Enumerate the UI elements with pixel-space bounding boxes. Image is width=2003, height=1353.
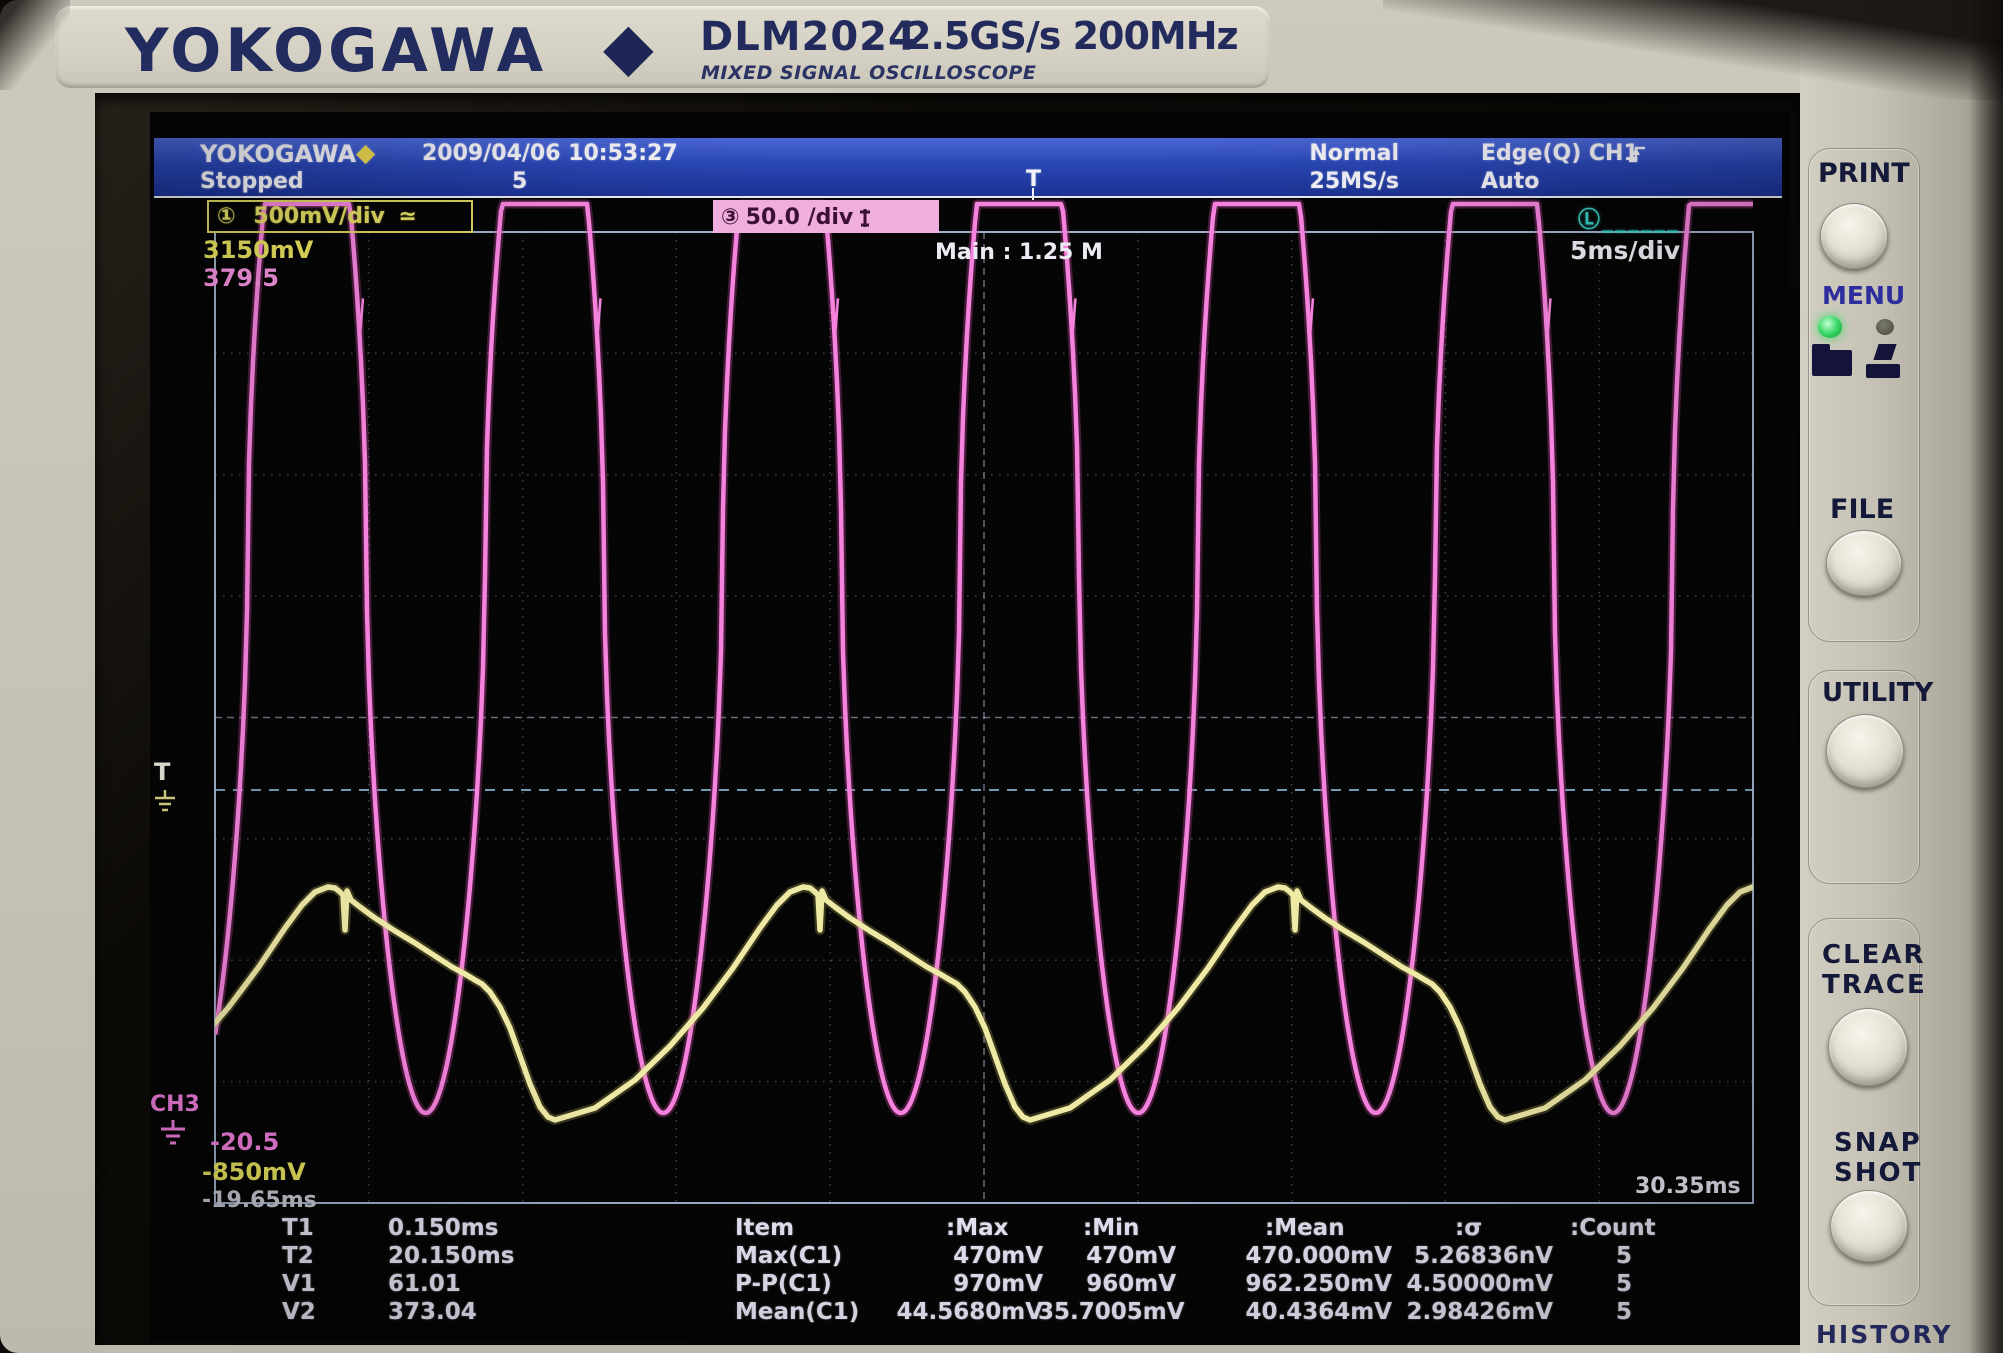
table-row-item: Max(C1) (735, 1243, 843, 1269)
trigger-type: Edge(Q) CH1 (1481, 141, 1639, 166)
table-header-sigma: :σ (1455, 1215, 1483, 1241)
acquisition-mode: Normal (1309, 141, 1399, 166)
trigger-position-tick (1032, 188, 1034, 200)
table-cell: 2.98426mV (1406, 1299, 1553, 1325)
ch3-scale: 50.0 /div (745, 205, 854, 230)
window-time: 30.35ms (1635, 1174, 1741, 1199)
rising-edge-icon (1629, 146, 1645, 163)
timebase: 5ms/div (1570, 236, 1681, 265)
model-specs: 2.5GS/s 200MHz (905, 14, 1239, 58)
table-cell: 35.7005mV (1038, 1299, 1185, 1325)
table-cell: 5.26836nV (1414, 1243, 1553, 1269)
table-cell: 962.250mV (1245, 1271, 1392, 1297)
header-diamond-icon: ◆ (356, 138, 376, 167)
table-cell: 5 (1615, 1271, 1632, 1297)
status-header: YOKOGAWA ◆ 2009/04/06 10:53:27 Normal Ed… (154, 138, 1782, 196)
table-cell: 970mV (953, 1271, 1043, 1297)
cursor-t1-value: 0.150ms (388, 1215, 499, 1241)
table-header-min: :Min (1083, 1215, 1140, 1241)
ch3-scale-box: ③ 50.0 /div (713, 200, 939, 233)
brand-logo-text: YOKOGAWA (125, 16, 548, 86)
utility-button[interactable] (1826, 714, 1904, 788)
table-header-count: :Count (1570, 1215, 1656, 1241)
record-length: Main : 1.25 M (935, 240, 1103, 265)
trigger-level-marker: T (154, 758, 171, 786)
sample-rate: 25MS/s (1309, 169, 1399, 194)
table-row-item: Mean(C1) (735, 1299, 860, 1325)
ch1-cursor-value: 3150mV (203, 236, 314, 264)
header-divider (154, 196, 1782, 198)
history-label: HISTORY (1816, 1320, 1953, 1349)
model-number: DLM2024 (700, 14, 917, 60)
cursor-v1-label: V1 (282, 1271, 316, 1297)
clear-trace-button[interactable] (1828, 1008, 1908, 1086)
cursor-v1-value: 61.01 (388, 1271, 461, 1297)
cursor-t1-label: T1 (282, 1215, 314, 1241)
file-label: FILE (1830, 494, 1895, 525)
header-datetime: 2009/04/06 10:53:27 (422, 141, 678, 166)
ch1-ground-icon (155, 790, 175, 812)
cursor-t2-value: 20.150ms (388, 1243, 515, 1269)
ch1-coupling-icon: ≃ (398, 204, 417, 229)
delay-value: -19.65ms (202, 1188, 317, 1213)
ch3-label: CH3 (150, 1092, 200, 1117)
logic-bullet-icon: Ⓛ (1578, 208, 1603, 233)
table-cell: 40.4364mV (1245, 1299, 1392, 1325)
photo-shadow-top-right (1383, 0, 2003, 100)
table-cell: 5 (1615, 1299, 1632, 1325)
photo-shadow-top-left (0, 0, 70, 90)
snapshot-label-line2: SHOT (1834, 1158, 1923, 1188)
header-brand: YOKOGAWA (200, 140, 357, 168)
run-status: Stopped (200, 169, 304, 194)
waveform-display (214, 199, 1754, 1204)
utility-label: UTILITY (1822, 678, 1934, 708)
brand-diamond-icon: ◆ (603, 8, 654, 85)
trigger-mode: Auto (1481, 169, 1540, 194)
acquisition-count: 5 (512, 169, 528, 194)
printer-icon (1864, 344, 1904, 378)
ch3-unit-icon (860, 208, 871, 227)
table-cell: 44.5680mV (896, 1299, 1043, 1325)
table-cell: 470mV (1086, 1243, 1176, 1269)
table-cell: 960mV (1086, 1271, 1176, 1297)
table-header-item: Item (735, 1215, 795, 1241)
cursor-t2-label: T2 (282, 1243, 314, 1269)
ch1-scale-box: ① 500mV/div ≃ (207, 200, 473, 233)
folder-icon (1812, 344, 1852, 376)
logic-indicator: Ⓛ______ (1578, 202, 1680, 234)
menu-led-off (1876, 319, 1894, 335)
clear-trace-label-line1: CLEAR (1822, 940, 1926, 970)
ch1-bullet: ① (217, 204, 236, 229)
ch3-offset-value: -850mV (202, 1158, 306, 1186)
snapshot-label-line1: SNAP (1834, 1128, 1922, 1158)
table-header-max: :Max (946, 1215, 1009, 1241)
ch3-bullet: ③ (721, 205, 740, 230)
snapshot-button[interactable] (1830, 1190, 1908, 1262)
lcd-screen: YOKOGAWA ◆ 2009/04/06 10:53:27 Normal Ed… (150, 112, 1790, 1342)
file-button[interactable] (1826, 530, 1902, 596)
ch1-scale: 500mV/div (253, 204, 385, 229)
table-header-mean: :Mean (1265, 1215, 1345, 1241)
top-bezel-plate: YOKOGAWA ◆ DLM2024 2.5GS/s 200MHz MIXED … (55, 6, 1270, 88)
logic-dashes: ______ (1602, 208, 1681, 233)
table-cell: 4.50000mV (1406, 1271, 1553, 1297)
table-cell: 470mV (953, 1243, 1043, 1269)
photo-shadow-right-edge (1969, 0, 2003, 1353)
table-cell: 5 (1615, 1243, 1632, 1269)
table-row-item: P-P(C1) (735, 1271, 832, 1297)
cursor-v2-value: 373.04 (388, 1299, 477, 1325)
menu-label: MENU (1822, 281, 1906, 310)
cursor-v2-label: V2 (282, 1299, 316, 1325)
ch3-cursor-value: 379.5 (203, 264, 279, 292)
model-subtitle: MIXED SIGNAL OSCILLOSCOPE (701, 62, 1037, 84)
oscilloscope: YOKOGAWA ◆ DLM2024 2.5GS/s 200MHz MIXED … (0, 0, 2003, 1353)
table-cell: 470.000mV (1245, 1243, 1392, 1269)
print-label: PRINT (1818, 158, 1910, 189)
ch3-ground-icon (161, 1120, 185, 1145)
clear-trace-label-line2: TRACE (1822, 970, 1927, 1000)
print-button[interactable] (1820, 203, 1888, 269)
menu-led-green (1818, 316, 1842, 338)
ch3-position-value: -20.5 (210, 1128, 280, 1156)
